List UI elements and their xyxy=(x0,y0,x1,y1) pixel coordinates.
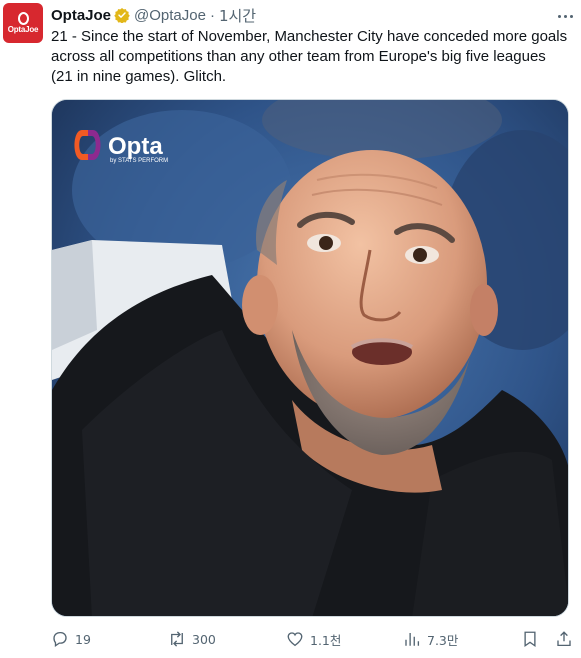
tweet: OptaJoe OptaJoe @OptaJoe · 1시간 21 - Sinc… xyxy=(0,0,581,658)
like-icon xyxy=(287,632,303,647)
views-count: 7.3만 xyxy=(427,632,459,648)
repost-count: 300 xyxy=(192,631,216,647)
tweet-text: 21 - Since the start of November, Manche… xyxy=(51,28,568,85)
reply-button[interactable]: 19 xyxy=(51,630,91,648)
reply-icon xyxy=(53,631,67,648)
views-icon xyxy=(405,633,420,646)
bookmark-icon xyxy=(524,631,536,648)
account-handle[interactable]: @OptaJoe xyxy=(134,7,206,24)
avatar-label: OptaJoe xyxy=(7,25,39,34)
timestamp[interactable]: 1시간 xyxy=(219,5,256,26)
opta-logo-subtext: by STATS PERFORM xyxy=(110,158,168,164)
photo-image: Opta by STATS PERFORM xyxy=(52,100,568,616)
tweet-actions: 19 300 1.1천 7.3만 xyxy=(51,627,571,651)
repost-button[interactable]: 300 xyxy=(168,630,216,648)
verified-badge-icon[interactable] xyxy=(114,7,130,23)
repost-icon xyxy=(171,631,183,647)
like-button[interactable]: 1.1천 xyxy=(286,630,341,649)
share-button[interactable] xyxy=(555,630,573,648)
like-count: 1.1천 xyxy=(310,632,342,648)
separator-dot: · xyxy=(209,6,215,24)
reply-count: 19 xyxy=(75,631,91,647)
opta-logo-text: Opta xyxy=(108,133,163,160)
more-icon[interactable] xyxy=(555,6,575,26)
account-name[interactable]: OptaJoe xyxy=(51,7,111,24)
share-icon xyxy=(557,631,571,647)
tweet-photo[interactable]: Opta by STATS PERFORM xyxy=(51,99,569,617)
avatar[interactable]: OptaJoe xyxy=(3,3,43,43)
bookmark-button[interactable] xyxy=(521,630,539,648)
tweet-header: OptaJoe @OptaJoe · 1시간 xyxy=(51,5,256,25)
opta-ring-icon xyxy=(17,12,29,25)
views-button[interactable]: 7.3만 xyxy=(403,630,458,649)
